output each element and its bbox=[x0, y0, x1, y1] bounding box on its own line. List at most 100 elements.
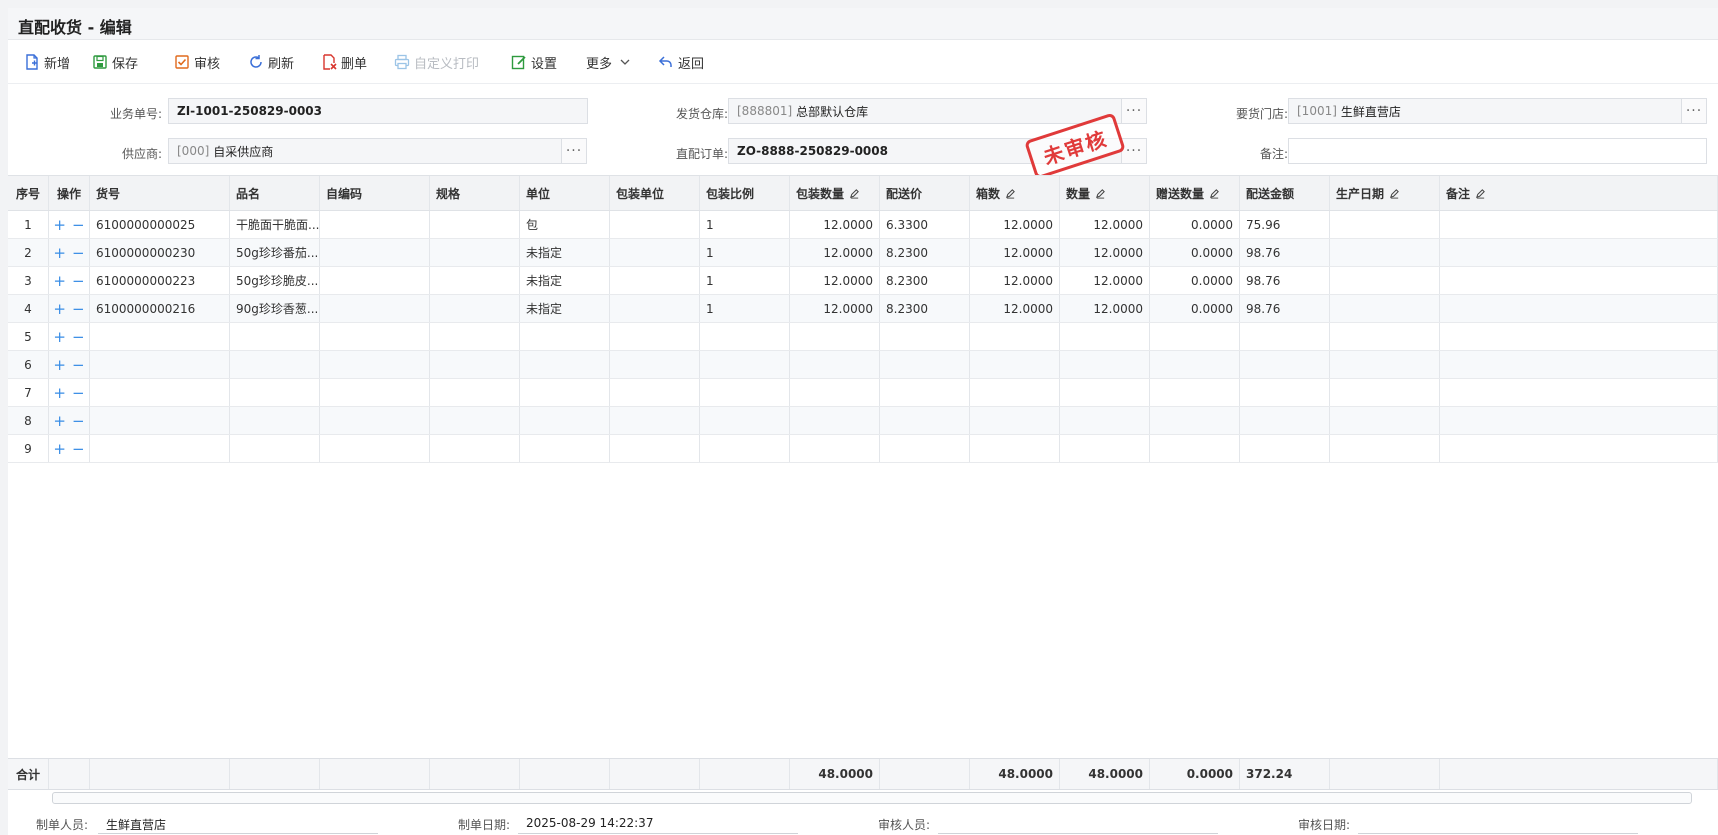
cell-self-code[interactable] bbox=[320, 407, 430, 434]
store-picker-button[interactable]: ··· bbox=[1681, 98, 1707, 124]
cell-prod-date[interactable] bbox=[1330, 239, 1440, 266]
add-row-button[interactable]: + bbox=[53, 244, 66, 262]
cell-boxes[interactable] bbox=[970, 379, 1060, 406]
cell-prod-date[interactable] bbox=[1330, 351, 1440, 378]
cell-pack-unit[interactable] bbox=[610, 295, 700, 322]
cell-boxes[interactable]: 12.0000 bbox=[970, 267, 1060, 294]
cell-remark[interactable] bbox=[1440, 407, 1718, 434]
cell-pack-unit[interactable] bbox=[610, 351, 700, 378]
cell-gift-qty[interactable] bbox=[1150, 351, 1240, 378]
cell-spec[interactable] bbox=[430, 435, 520, 462]
header-pack-qty[interactable]: 包装数量 bbox=[790, 176, 880, 210]
add-row-button[interactable]: + bbox=[53, 328, 66, 346]
cell-unit[interactable] bbox=[520, 351, 610, 378]
table-row[interactable]: 8 + − bbox=[8, 407, 1718, 435]
cell-unit[interactable] bbox=[520, 435, 610, 462]
cell-spec[interactable] bbox=[430, 295, 520, 322]
header-prod-date[interactable]: 生产日期 bbox=[1330, 176, 1440, 210]
table-row[interactable]: 3 + −6100000000223 50g珍珍脆皮... 未指定 1 12.0000 8.2… bbox=[8, 267, 1718, 295]
cell-spec[interactable] bbox=[430, 323, 520, 350]
cell-pack-ratio[interactable]: 1 bbox=[700, 211, 790, 238]
cell-pack-unit[interactable] bbox=[610, 267, 700, 294]
more-dropdown[interactable]: 更多 bbox=[586, 52, 636, 72]
header-pack-ratio[interactable]: 包装比例 bbox=[700, 176, 790, 210]
cell-prod-date[interactable] bbox=[1330, 435, 1440, 462]
cell-prod-date[interactable] bbox=[1330, 267, 1440, 294]
cell-item-name[interactable] bbox=[230, 379, 320, 406]
cell-item-code[interactable] bbox=[90, 323, 230, 350]
remove-row-button[interactable]: − bbox=[72, 244, 85, 262]
cell-pack-qty[interactable]: 12.0000 bbox=[790, 267, 880, 294]
cell-dist-price[interactable] bbox=[880, 379, 970, 406]
cell-pack-qty[interactable] bbox=[790, 351, 880, 378]
cell-gift-qty[interactable] bbox=[1150, 379, 1240, 406]
cell-gift-qty[interactable] bbox=[1150, 407, 1240, 434]
cell-remark[interactable] bbox=[1440, 295, 1718, 322]
header-boxes[interactable]: 箱数 bbox=[970, 176, 1060, 210]
cell-gift-qty[interactable] bbox=[1150, 323, 1240, 350]
warehouse-picker-button[interactable]: ··· bbox=[1121, 98, 1147, 124]
cell-pack-qty[interactable] bbox=[790, 323, 880, 350]
cell-spec[interactable] bbox=[430, 211, 520, 238]
cell-self-code[interactable] bbox=[320, 239, 430, 266]
cell-self-code[interactable] bbox=[320, 323, 430, 350]
add-row-button[interactable]: + bbox=[53, 384, 66, 402]
header-remark[interactable]: 备注 bbox=[1440, 176, 1718, 210]
cell-prod-date[interactable] bbox=[1330, 407, 1440, 434]
add-row-button[interactable]: + bbox=[53, 356, 66, 374]
back-button[interactable]: 返回 bbox=[658, 52, 704, 72]
cell-qty[interactable] bbox=[1060, 407, 1150, 434]
cell-item-code[interactable] bbox=[90, 379, 230, 406]
delete-button[interactable]: 删单 bbox=[321, 52, 367, 72]
store-field[interactable]: [1001] 生鲜直营店 ··· bbox=[1288, 98, 1707, 124]
remove-row-button[interactable]: − bbox=[72, 440, 85, 458]
cell-unit[interactable]: 未指定 bbox=[520, 239, 610, 266]
cell-self-code[interactable] bbox=[320, 379, 430, 406]
cell-pack-ratio[interactable] bbox=[700, 351, 790, 378]
cell-pack-unit[interactable] bbox=[610, 407, 700, 434]
remark-input[interactable] bbox=[1288, 138, 1707, 164]
cell-unit[interactable]: 未指定 bbox=[520, 267, 610, 294]
cell-qty[interactable] bbox=[1060, 323, 1150, 350]
audit-button[interactable]: 审核 bbox=[174, 52, 220, 72]
cell-dist-amount[interactable] bbox=[1240, 435, 1330, 462]
cell-dist-amount[interactable] bbox=[1240, 379, 1330, 406]
settings-button[interactable]: 设置 bbox=[511, 52, 557, 72]
cell-pack-qty[interactable]: 12.0000 bbox=[790, 295, 880, 322]
table-row[interactable]: 7 + − bbox=[8, 379, 1718, 407]
order-picker-button[interactable]: ··· bbox=[1121, 138, 1147, 164]
header-dist-amount[interactable]: 配送金额 bbox=[1240, 176, 1330, 210]
supplier-field[interactable]: [000] 自采供应商 ··· bbox=[168, 138, 587, 164]
cell-unit[interactable]: 包 bbox=[520, 211, 610, 238]
cell-pack-qty[interactable]: 12.0000 bbox=[790, 239, 880, 266]
cell-pack-ratio[interactable]: 1 bbox=[700, 295, 790, 322]
cell-dist-amount[interactable]: 98.76 bbox=[1240, 267, 1330, 294]
cell-gift-qty[interactable]: 0.0000 bbox=[1150, 211, 1240, 238]
remove-row-button[interactable]: − bbox=[72, 356, 85, 374]
cell-pack-unit[interactable] bbox=[610, 323, 700, 350]
cell-self-code[interactable] bbox=[320, 211, 430, 238]
remove-row-button[interactable]: − bbox=[72, 300, 85, 318]
cell-item-code[interactable]: 6100000000216 bbox=[90, 295, 230, 322]
table-row[interactable]: 6 + − bbox=[8, 351, 1718, 379]
header-ops[interactable]: 操作 bbox=[49, 176, 90, 210]
cell-self-code[interactable] bbox=[320, 435, 430, 462]
cell-qty[interactable]: 12.0000 bbox=[1060, 211, 1150, 238]
cell-item-name[interactable]: 干脆面干脆面... bbox=[230, 211, 320, 238]
cell-remark[interactable] bbox=[1440, 351, 1718, 378]
remove-row-button[interactable]: − bbox=[72, 384, 85, 402]
cell-dist-amount[interactable]: 75.96 bbox=[1240, 211, 1330, 238]
cell-dist-price[interactable]: 6.3300 bbox=[880, 211, 970, 238]
cell-item-name[interactable]: 50g珍珍番茄... bbox=[230, 239, 320, 266]
add-row-button[interactable]: + bbox=[53, 412, 66, 430]
table-row[interactable]: 4 + −6100000000216 90g珍珍香葱... 未指定 1 12.0000 8.2… bbox=[8, 295, 1718, 323]
cell-dist-amount[interactable]: 98.76 bbox=[1240, 239, 1330, 266]
cell-qty[interactable]: 12.0000 bbox=[1060, 239, 1150, 266]
add-row-button[interactable]: + bbox=[53, 300, 66, 318]
add-row-button[interactable]: + bbox=[53, 216, 66, 234]
cell-dist-price[interactable]: 8.2300 bbox=[880, 295, 970, 322]
cell-item-name[interactable]: 50g珍珍脆皮... bbox=[230, 267, 320, 294]
table-row[interactable]: 9 + − bbox=[8, 435, 1718, 463]
cell-dist-price[interactable]: 8.2300 bbox=[880, 239, 970, 266]
save-button[interactable]: 保存 bbox=[92, 52, 138, 72]
